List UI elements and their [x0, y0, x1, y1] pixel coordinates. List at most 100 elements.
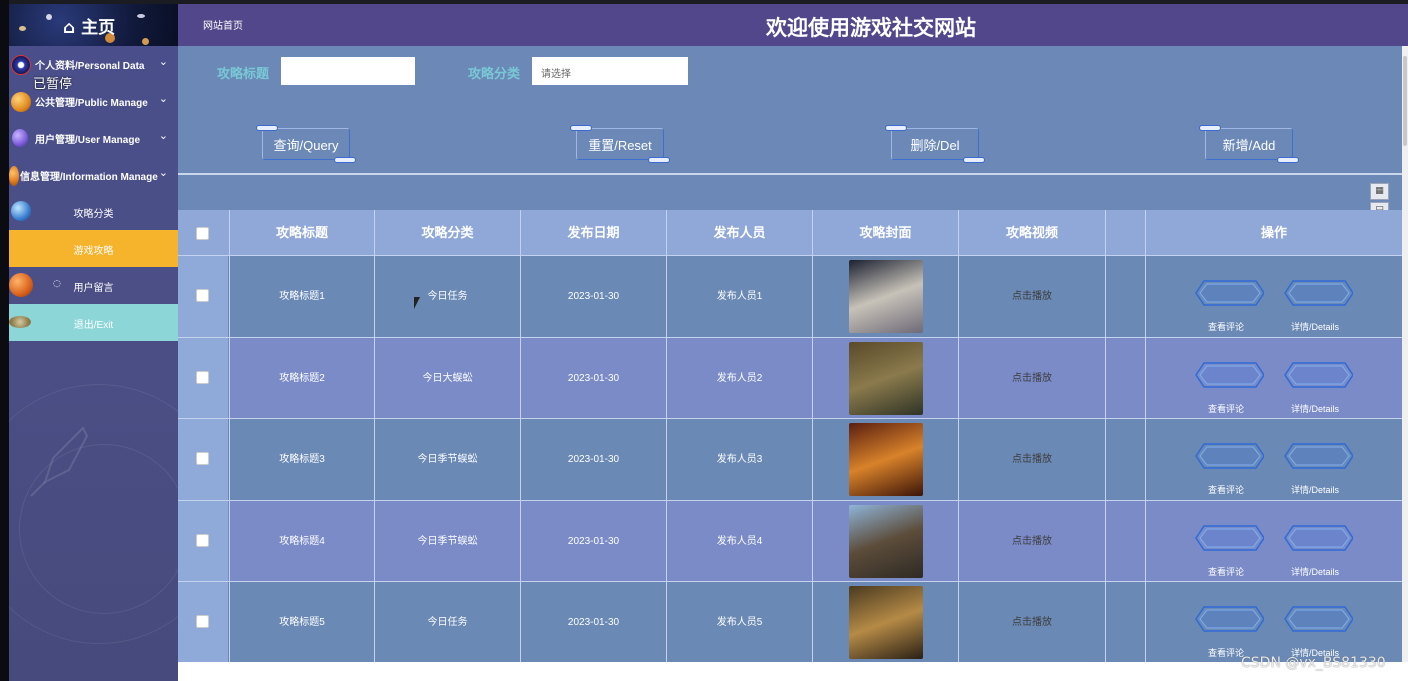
- play-video-link[interactable]: 点击播放: [958, 419, 1105, 500]
- guide-cover-image[interactable]: [849, 586, 923, 659]
- sidebar: ⌂ 主页 个人资料/Personal Data ⌄ 已暂停 公共管理/Publi…: [9, 4, 178, 681]
- top-header: 网站首页 欢迎使用游戏社交网站: [178, 4, 1408, 46]
- play-video-link[interactable]: 点击播放: [958, 337, 1105, 419]
- submenu-game-guide[interactable]: 游戏攻略: [9, 230, 178, 267]
- column-header[interactable]: 攻略封面: [812, 210, 958, 255]
- details-button[interactable]: 详情/Details: [1277, 441, 1353, 495]
- details-button[interactable]: 详情/Details: [1277, 278, 1353, 332]
- submenu-user-messages[interactable]: ◌ 用户留言: [9, 267, 178, 304]
- row-checkbox[interactable]: [196, 289, 209, 302]
- details-button[interactable]: 详情/Details: [1277, 360, 1353, 414]
- cell-author: 发布人员3: [666, 419, 812, 500]
- guide-table: 攻略标题 攻略分类 发布日期 发布人员 攻略封面 攻略视频 操作 攻略标题1 今日…: [178, 210, 1402, 662]
- cell-spacer: [1105, 419, 1145, 500]
- guide-cover-image[interactable]: [849, 504, 923, 578]
- button-label: 删除/Del: [910, 138, 960, 153]
- column-header[interactable]: 攻略视频: [958, 210, 1105, 255]
- row-checkbox[interactable]: [196, 452, 209, 465]
- reset-button[interactable]: 重置/Reset: [570, 125, 670, 163]
- breadcrumb-home[interactable]: 网站首页: [203, 17, 243, 32]
- cell-author: 发布人员1: [666, 256, 812, 337]
- row-checkbox[interactable]: [196, 370, 209, 384]
- play-video-link[interactable]: 点击播放: [958, 256, 1105, 337]
- submenu-exit[interactable]: 退出/Exit: [9, 304, 178, 341]
- details-button[interactable]: 详情/Details: [1277, 523, 1353, 577]
- title-search-input[interactable]: [281, 57, 415, 85]
- submenu-guide-category[interactable]: 攻略分类: [9, 193, 178, 230]
- table-header: 攻略标题 攻略分类 发布日期 发布人员 攻略封面 攻略视频 操作: [178, 210, 1402, 255]
- menu-label: 用户管理/User Manage: [35, 135, 141, 146]
- category-select[interactable]: 请选择: [532, 57, 688, 85]
- row-select-cell: [178, 256, 228, 337]
- column-header[interactable]: 发布人员: [666, 210, 812, 255]
- view-comments-button[interactable]: 查看评论: [1188, 523, 1264, 577]
- row-checkbox[interactable]: [196, 533, 209, 547]
- cell-title: 攻略标题3: [229, 419, 374, 500]
- row-select-cell: [178, 500, 228, 582]
- play-video-link[interactable]: 点击播放: [958, 500, 1105, 582]
- cell-cover: [812, 582, 958, 662]
- scrollbar-thumb[interactable]: [1403, 56, 1407, 146]
- view-comments-button[interactable]: 查看评论: [1188, 604, 1264, 658]
- brand-header[interactable]: ⌂ 主页: [9, 4, 178, 46]
- cell-cover: [812, 500, 958, 582]
- column-header[interactable]: 攻略标题: [229, 210, 374, 255]
- menu-label: 信息管理/Information Manage: [20, 172, 158, 183]
- cell-category: 今日季节蜈蚣: [374, 500, 520, 582]
- planet-decoration-icon: [19, 26, 26, 31]
- button-ornament: [1277, 157, 1299, 163]
- cell-category: 今日季节蜈蚣: [374, 419, 520, 500]
- cell-category: 今日任务: [374, 582, 520, 662]
- mouse-cursor-icon: [414, 297, 420, 309]
- column-header[interactable]: 发布日期: [520, 210, 666, 255]
- button-ornament: [570, 125, 592, 131]
- cell-category: 今日任务: [374, 256, 520, 337]
- title-search-label: 攻略标题: [217, 66, 270, 81]
- cell-date: 2023-01-30: [520, 419, 666, 500]
- guide-cover-image[interactable]: [849, 341, 923, 415]
- button-ornament: [963, 157, 985, 163]
- play-video-link[interactable]: 点击播放: [958, 582, 1105, 662]
- category-search-label: 攻略分类: [468, 66, 521, 81]
- guide-cover-image[interactable]: [849, 260, 923, 333]
- row-checkbox[interactable]: [196, 615, 209, 628]
- chevron-down-icon: ⌄: [158, 55, 168, 68]
- menu-information-manage[interactable]: 信息管理/Information Manage ⌄: [9, 157, 178, 194]
- column-header[interactable]: 攻略分类: [374, 210, 520, 255]
- guide-cover-image[interactable]: [849, 423, 923, 496]
- cell-spacer: [1105, 337, 1145, 419]
- search-panel: 攻略标题 攻略分类 请选择 查询/Query 重置/Reset 删除/Del 新…: [178, 46, 1402, 174]
- submenu-label: 用户留言: [73, 283, 114, 294]
- columns-icon[interactable]: ▦: [1370, 183, 1389, 200]
- app-frame: ⌂ 主页 个人资料/Personal Data ⌄ 已暂停 公共管理/Publi…: [0, 0, 1408, 681]
- cell-cover: [812, 337, 958, 419]
- table-row: 攻略标题3 今日季节蜈蚣 2023-01-30 发布人员3 点击播放 查看评论 详情/Det…: [178, 418, 1402, 500]
- view-comments-button[interactable]: 查看评论: [1188, 360, 1264, 414]
- button-ornament: [1199, 125, 1221, 131]
- home-link[interactable]: ⌂ 主页: [63, 13, 115, 38]
- table-row: 攻略标题1 今日任务 2023-01-30 发布人员1 点击播放 查看评论 详情/Detai…: [178, 255, 1402, 337]
- page-scrollbar[interactable]: [1402, 46, 1408, 662]
- view-comments-button[interactable]: 查看评论: [1188, 441, 1264, 495]
- row-select-cell: [178, 419, 228, 500]
- menu-public-manage[interactable]: 公共管理/Public Manage ⌄: [9, 83, 178, 120]
- add-button[interactable]: 新增/Add: [1199, 125, 1299, 163]
- cell-author: 发布人员2: [666, 337, 812, 419]
- menu-user-manage[interactable]: 用户管理/User Manage ⌄: [9, 120, 178, 157]
- select-all-checkbox[interactable]: [196, 227, 209, 240]
- planet-orange-icon: [9, 166, 19, 186]
- submenu-label: 游戏攻略: [73, 246, 114, 257]
- cell-operations: 查看评论 详情/Details: [1145, 256, 1402, 337]
- view-comments-button[interactable]: 查看评论: [1188, 278, 1264, 332]
- table-row: 攻略标题2 今日大蜈蚣 2023-01-30 发布人员2 点击播放 查看评论 详情/Deta…: [178, 336, 1402, 419]
- planet-decoration-icon: [46, 14, 52, 20]
- planet-decoration-icon: [142, 38, 149, 45]
- cell-cover: [812, 256, 958, 337]
- button-ornament: [334, 157, 356, 163]
- details-button[interactable]: 详情/Details: [1277, 604, 1353, 658]
- query-button[interactable]: 查询/Query: [256, 125, 356, 163]
- menu-label: 公共管理/Public Manage: [35, 98, 148, 109]
- delete-button[interactable]: 删除/Del: [885, 125, 985, 163]
- button-label: 新增/Add: [1222, 138, 1276, 153]
- row-select-cell: [178, 582, 228, 662]
